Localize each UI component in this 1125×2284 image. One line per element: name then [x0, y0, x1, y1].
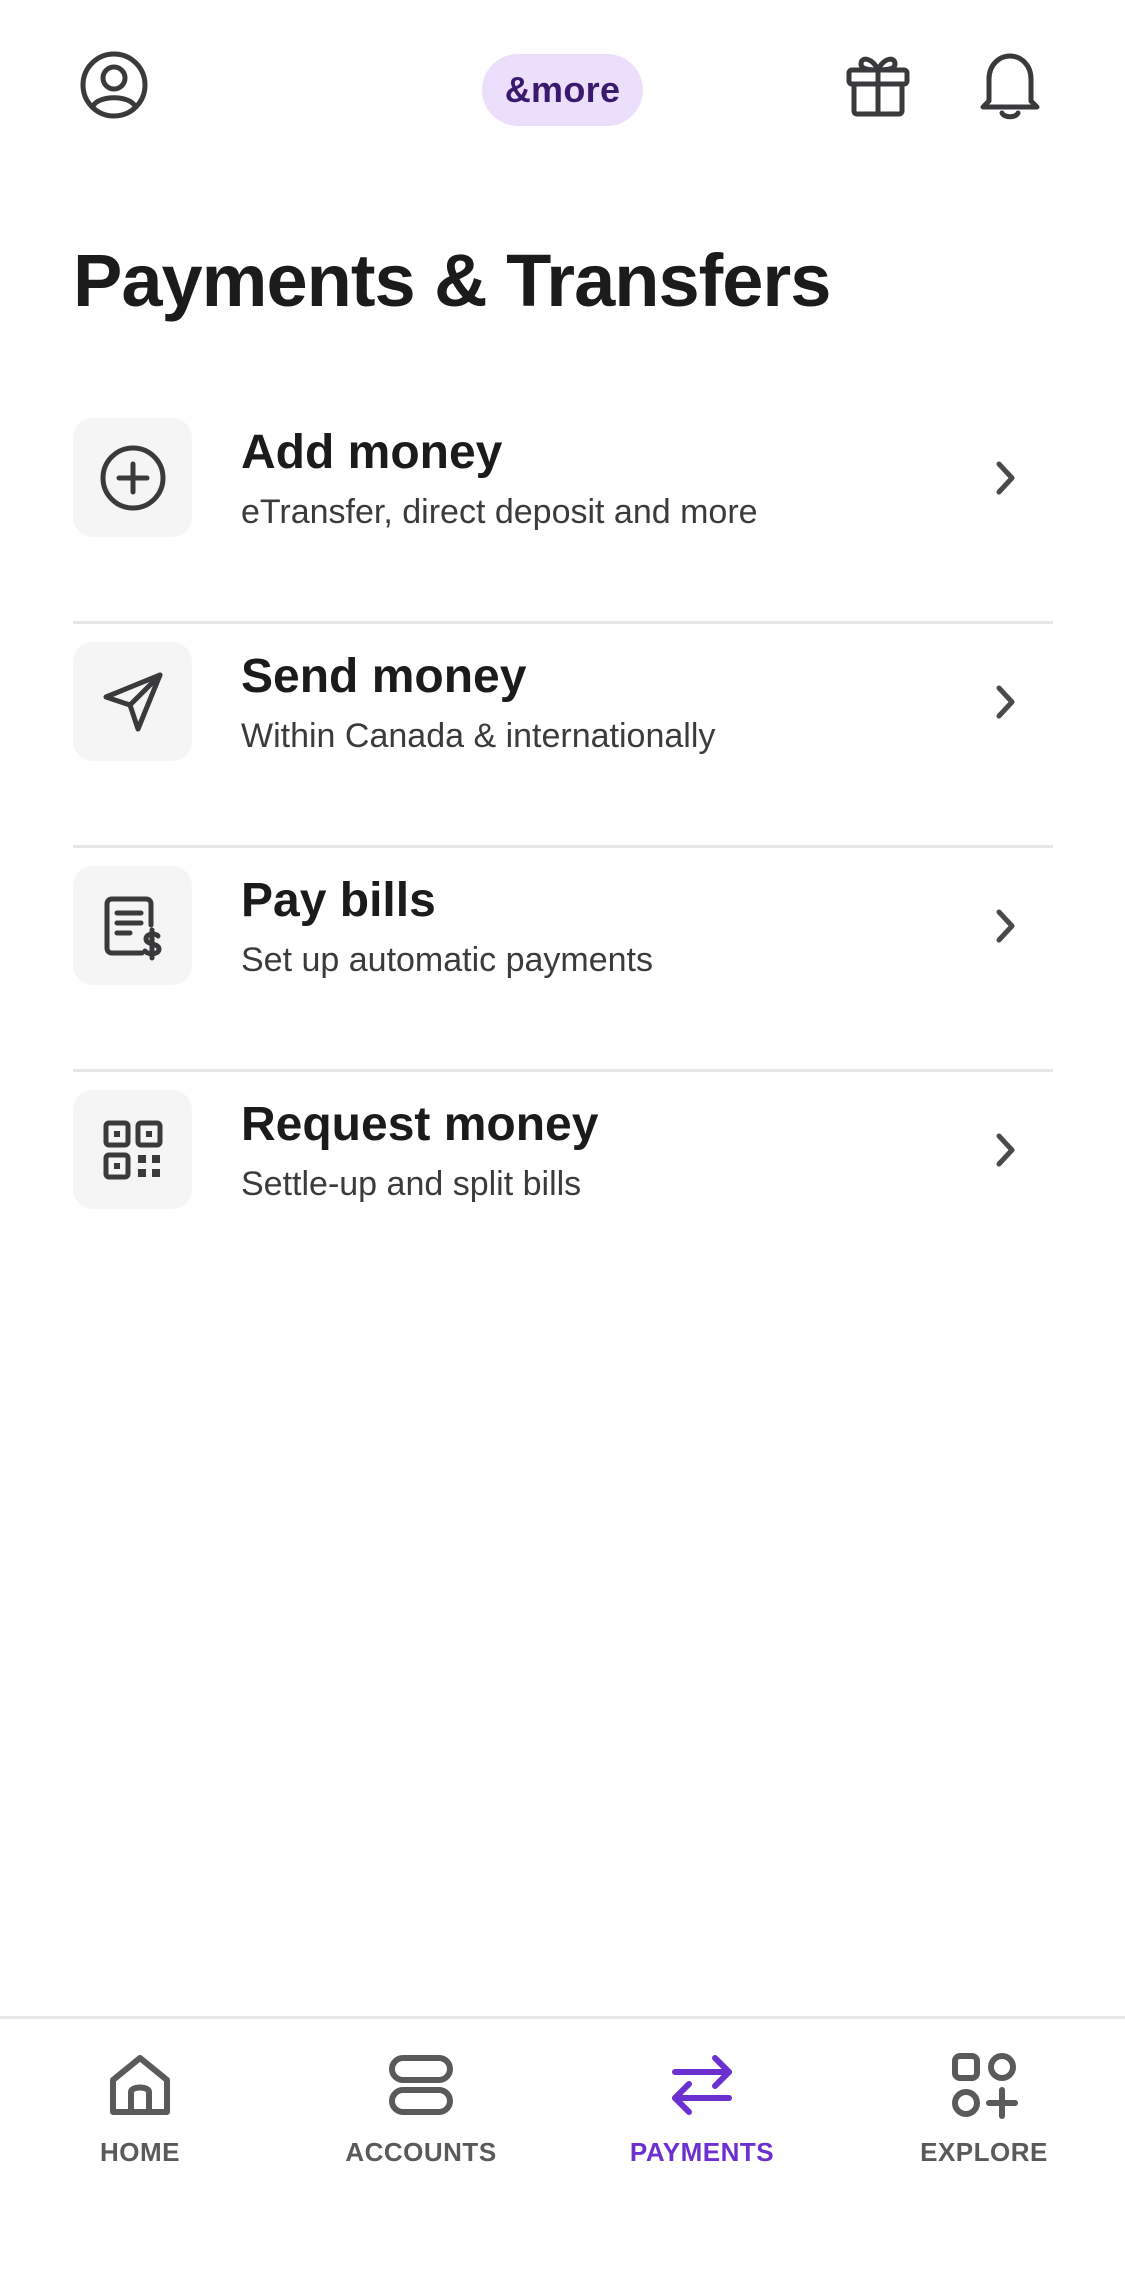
pay-bills-row[interactable]: Pay bills Set up automatic payments	[73, 848, 1053, 1072]
pay-bills-text: Pay bills Set up automatic payments	[241, 872, 961, 982]
add-circle-icon	[100, 445, 165, 510]
gift-icon	[846, 56, 910, 117]
send-money-icon-box	[73, 642, 192, 761]
accounts-icon	[381, 2045, 461, 2125]
paper-plane-icon	[103, 672, 162, 731]
chevron-right-icon	[975, 1120, 1035, 1180]
add-money-row[interactable]: Add money eTransfer, direct deposit and …	[73, 400, 1053, 624]
request-money-text: Request money Settle-up and split bills	[241, 1096, 961, 1206]
bell-icon	[980, 53, 1040, 120]
nav-item-accounts[interactable]: ACCOUNTS	[301, 2019, 541, 2199]
page-title: Payments & Transfers	[73, 239, 831, 322]
pay-bills-icon-box	[73, 866, 192, 985]
top-header: &more	[0, 0, 1125, 180]
transfer-arrows-icon	[662, 2045, 742, 2125]
request-money-row[interactable]: Request money Settle-up and split bills	[73, 1072, 1053, 1296]
pay-bills-subtitle: Set up automatic payments	[241, 941, 654, 979]
chevron-right-icon	[975, 896, 1035, 956]
nav-item-home[interactable]: HOME	[20, 2019, 260, 2199]
payments-action-list: Add money eTransfer, direct deposit and …	[73, 400, 1053, 1296]
nav-label-accounts: ACCOUNTS	[345, 2137, 497, 2167]
request-money-title: Request money	[241, 1098, 599, 1151]
chevron-right-icon	[975, 448, 1035, 508]
add-money-title: Add money	[241, 426, 503, 479]
gift-button[interactable]	[833, 40, 923, 130]
nav-label-explore: EXPLORE	[920, 2137, 1048, 2167]
notifications-button[interactable]	[965, 40, 1055, 130]
send-money-text: Send money Within Canada & international…	[241, 648, 961, 758]
send-money-row[interactable]: Send money Within Canada & international…	[73, 624, 1053, 848]
profile-icon	[80, 51, 148, 119]
nav-label-home: HOME	[100, 2137, 180, 2167]
request-money-icon-box	[73, 1090, 192, 1209]
chevron-right-icon	[975, 672, 1035, 732]
add-money-subtitle: eTransfer, direct deposit and more	[241, 493, 758, 531]
brand-pill-button[interactable]: &more	[482, 54, 643, 126]
request-money-subtitle: Settle-up and split bills	[241, 1165, 582, 1203]
bill-icon	[104, 896, 161, 960]
qr-code-icon	[103, 1120, 162, 1179]
nav-label-payments: PAYMENTS	[629, 2137, 775, 2167]
nav-item-payments[interactable]: PAYMENTS	[582, 2019, 822, 2199]
bottom-navigation: HOME ACCOUNTS PAYMENTS EXPLORE	[0, 2016, 1125, 2284]
send-money-subtitle: Within Canada & internationally	[241, 717, 716, 755]
send-money-title: Send money	[241, 650, 527, 703]
pay-bills-title: Pay bills	[241, 874, 436, 927]
add-money-icon-box	[73, 418, 192, 537]
home-icon	[100, 2045, 180, 2125]
add-money-text: Add money eTransfer, direct deposit and …	[241, 424, 961, 534]
nav-item-explore[interactable]: EXPLORE	[864, 2019, 1104, 2199]
explore-grid-icon	[944, 2045, 1024, 2125]
profile-button[interactable]	[69, 40, 159, 130]
